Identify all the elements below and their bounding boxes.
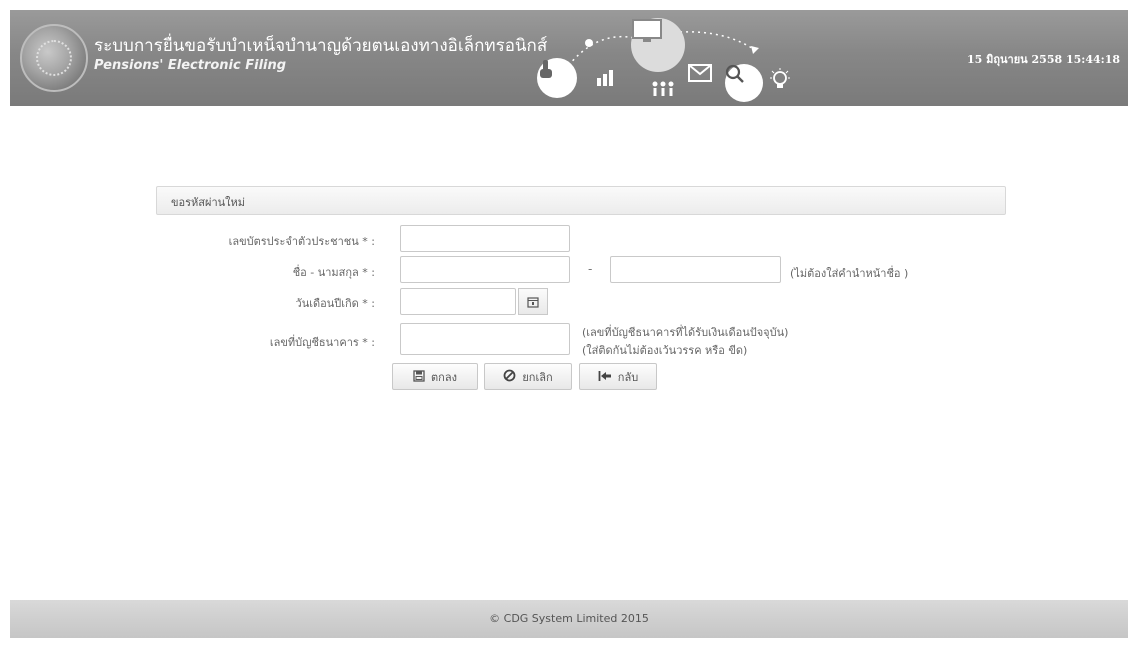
- calendar-button[interactable]: [518, 288, 548, 315]
- footer-bar: © CDG System Limited 2015: [10, 600, 1128, 638]
- last-name-input[interactable]: [610, 256, 781, 283]
- app-title-en: Pensions' Electronic Filing: [94, 58, 287, 73]
- back-button-label: กลับ: [617, 370, 639, 384]
- panel-header: ขอรหัสผ่านใหม่: [156, 186, 1006, 215]
- id-card-input[interactable]: [400, 225, 570, 252]
- required-marker: * :: [362, 297, 375, 310]
- touch-icon: [537, 58, 577, 98]
- bank-account-hint-1: (เลขที่บัญชีธนาคารที่ได้รับเงินเดือนปัจจ…: [582, 326, 789, 339]
- name-hint: (ไม่ต้องใส่คำนำหน้าชื่อ ): [790, 267, 909, 280]
- id-card-label-text: เลขบัตรประจำตัวประชาชน: [228, 235, 359, 248]
- required-marker: * :: [362, 336, 375, 349]
- copyright-text: © CDG System Limited 2015: [489, 612, 649, 625]
- birthdate-label: วันเดือนปีเกิด * :: [296, 294, 375, 312]
- birthdate-label-text: วันเดือนปีเกิด: [295, 297, 359, 310]
- save-icon: [413, 369, 425, 384]
- current-datetime: 15 มิถุนายน 2558 15:44:18: [966, 53, 1120, 66]
- bank-account-input[interactable]: [400, 323, 570, 355]
- bank-account-hint-2: (ใส่ติดกันไม่ต้องเว้นวรรค หรือ ขีด): [582, 344, 748, 357]
- app-title-th: ระบบการยื่นขอรับบำเหน็จบำนาญด้วยตนเองทาง…: [94, 36, 548, 56]
- bank-account-label-text: เลขที่บัญชีธนาคาร: [269, 336, 359, 349]
- panel-title: ขอรหัสผ่านใหม่: [171, 196, 246, 209]
- birthdate-input[interactable]: [400, 288, 516, 315]
- header-illustration: [525, 10, 805, 106]
- cancel-button-label: ยกเลิก: [522, 370, 553, 384]
- calendar-icon: [527, 296, 539, 308]
- ok-button-label: ตกลง: [431, 370, 457, 384]
- prohibited-icon: [503, 369, 516, 384]
- header-banner: ระบบการยื่นขอรับบำเหน็จบำนาญด้วยตนเองทาง…: [10, 10, 1128, 106]
- first-name-input[interactable]: [400, 256, 570, 283]
- name-label: ชื่อ - นามสกุล * :: [293, 263, 375, 281]
- name-label-text: ชื่อ - นามสกุล: [292, 266, 359, 279]
- monitor-icon: [631, 18, 685, 72]
- back-button[interactable]: กลับ: [579, 363, 657, 390]
- required-marker: * :: [362, 235, 375, 248]
- seal-logo: [20, 24, 88, 92]
- cancel-button[interactable]: ยกเลิก: [484, 363, 572, 390]
- id-card-label: เลขบัตรประจำตัวประชาชน * :: [229, 232, 375, 250]
- ok-button[interactable]: ตกลง: [392, 363, 478, 390]
- bank-account-label: เลขที่บัญชีธนาคาร * :: [270, 333, 375, 351]
- required-marker: * :: [362, 266, 375, 279]
- name-separator: -: [588, 262, 593, 276]
- search-icon: [725, 64, 763, 102]
- back-arrow-icon: [598, 370, 612, 384]
